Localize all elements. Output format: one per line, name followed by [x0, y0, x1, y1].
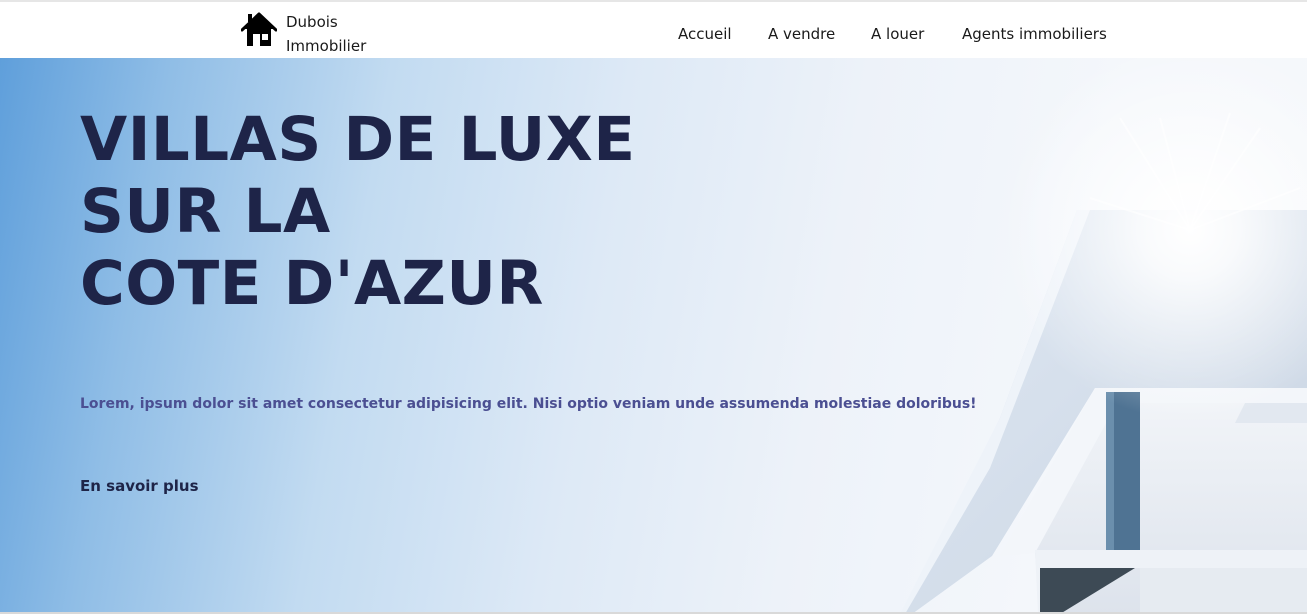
hero-title-line-3: COTE D'AZUR [80, 248, 544, 319]
brand-line-2: Immobilier [286, 37, 367, 55]
nav-link-accueil[interactable]: Accueil [678, 25, 732, 43]
nav-link-agents-immobiliers[interactable]: Agents immobiliers [962, 25, 1107, 43]
hero-section: VILLAS DE LUXE SUR LA COTE D'AZUR Lorem,… [0, 58, 1307, 614]
navbar: Dubois Immobilier Accueil A vendre A lou… [0, 2, 1307, 58]
learn-more-link[interactable]: En savoir plus [80, 477, 199, 495]
nav-link-a-louer[interactable]: A louer [871, 25, 924, 43]
brand-name: Dubois Immobilier [286, 10, 366, 58]
house-icon [241, 12, 277, 46]
brand-logo[interactable]: Dubois Immobilier [241, 10, 366, 58]
hero-description: Lorem, ipsum dolor sit amet consectetur … [80, 396, 977, 412]
hero-title-line-1: VILLAS DE LUXE [80, 104, 636, 175]
nav-link-a-vendre[interactable]: A vendre [768, 25, 835, 43]
hero-title-line-2: SUR LA [80, 176, 331, 247]
hero-title: VILLAS DE LUXE SUR LA COTE D'AZUR [80, 104, 636, 320]
brand-line-1: Dubois [286, 13, 338, 31]
